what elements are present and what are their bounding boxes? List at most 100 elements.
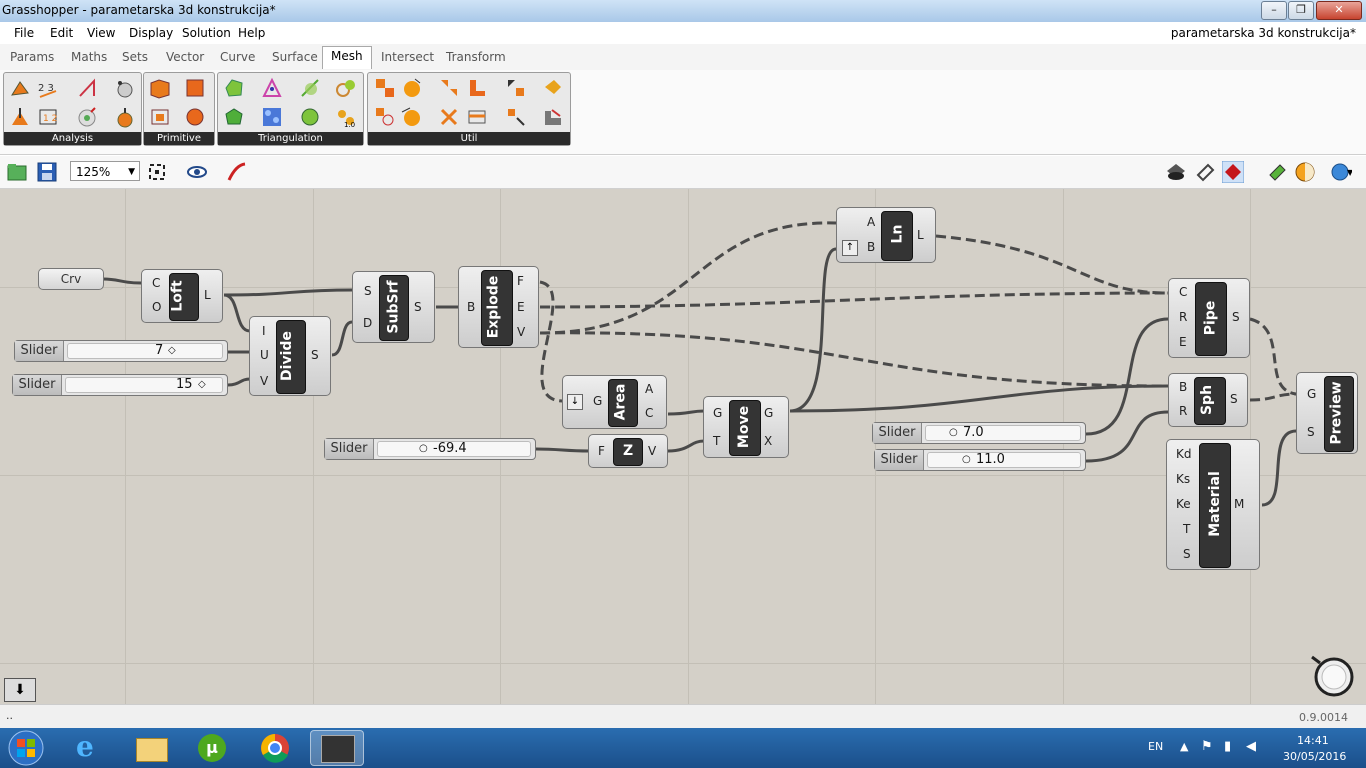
pipe-component[interactable]: C R E Pipe S	[1168, 278, 1250, 358]
mesh-join-icon[interactable]	[400, 77, 422, 99]
sketch-icon[interactable]	[226, 161, 248, 183]
closest-point-icon[interactable]	[114, 77, 136, 99]
menu-solution[interactable]: Solution	[182, 26, 231, 40]
explode-output-e[interactable]: E	[517, 300, 525, 314]
close-button[interactable]: ✕	[1316, 1, 1362, 20]
metaball-icon[interactable]	[335, 77, 357, 99]
loft-component[interactable]: C O Loft L	[141, 269, 223, 323]
arrow-up-icon[interactable]: ↑	[842, 240, 858, 256]
slider-pipe-radius[interactable]: Slider ○ 7.0	[872, 422, 1086, 444]
move-input-t[interactable]: T	[713, 434, 720, 448]
sphere-component[interactable]: B R Sph S	[1168, 373, 1248, 427]
sph-input-r[interactable]: R	[1179, 404, 1187, 418]
start-button-icon[interactable]	[6, 730, 46, 766]
crv-param[interactable]: Crv	[38, 268, 104, 290]
material-preview-icon[interactable]	[1294, 161, 1316, 183]
menu-edit[interactable]: Edit	[50, 26, 73, 40]
move-output-x[interactable]: X	[764, 434, 772, 448]
tab-curve[interactable]: Curve	[220, 50, 255, 64]
menu-display[interactable]: Display	[129, 26, 173, 40]
loft-input-c[interactable]: C	[152, 276, 160, 290]
internet-explorer-icon[interactable]: e	[62, 730, 116, 766]
pipe-output-s[interactable]: S	[1232, 310, 1240, 324]
open-file-icon[interactable]	[6, 161, 28, 183]
download-icon[interactable]: ⬇	[4, 678, 36, 702]
preview-wireframe-icon[interactable]	[1194, 161, 1216, 183]
mesh-shadow-icon[interactable]	[542, 77, 564, 99]
tab-sets[interactable]: Sets	[122, 50, 148, 64]
unit-z-component[interactable]: F Z V	[588, 434, 668, 468]
subsrf-input-s[interactable]: S	[364, 284, 372, 298]
ln-output-l[interactable]: L	[917, 228, 924, 242]
language-indicator[interactable]: EN	[1148, 740, 1163, 753]
pipe-input-e[interactable]: E	[1179, 335, 1187, 349]
material-component[interactable]: Kd Ks Ke T S Material M	[1166, 439, 1260, 570]
preview-component[interactable]: G S Preview	[1296, 372, 1358, 454]
material-input-ks[interactable]: Ks	[1176, 472, 1190, 486]
chrome-icon[interactable]	[248, 730, 302, 766]
material-output-m[interactable]: M	[1234, 497, 1244, 511]
sph-input-b[interactable]: B	[1179, 380, 1187, 394]
mesh-plane-icon[interactable]	[184, 77, 206, 99]
mesh-scale-icon[interactable]	[505, 77, 527, 99]
slider-sphere-radius[interactable]: Slider ○ 11.0	[874, 449, 1086, 471]
rhino-grasshopper-icon[interactable]	[310, 730, 364, 766]
subsrf-component[interactable]: S D SubSrf S	[352, 271, 435, 343]
zoom-select[interactable]: 125% ▼	[70, 161, 140, 181]
mesh-box-icon[interactable]	[149, 77, 171, 99]
grasshopper-canvas[interactable]: Crv C O Loft L Slider 7 ◇ Slider 15 ◇ I …	[0, 189, 1366, 704]
mesh-flip-icon[interactable]	[466, 77, 488, 99]
slider-z-handle[interactable]: ○	[419, 443, 428, 454]
menu-file[interactable]: File	[14, 26, 34, 40]
slider-z[interactable]: Slider ○ -69.4	[324, 438, 536, 460]
mesh-disjoint-icon[interactable]	[505, 106, 527, 128]
edges-icon[interactable]	[76, 77, 98, 99]
z-input-f[interactable]: F	[598, 444, 605, 458]
material-input-kd[interactable]: Kd	[1176, 447, 1192, 461]
mesh-closest-icon[interactable]	[76, 106, 98, 128]
explode-output-v[interactable]: V	[517, 325, 525, 339]
slider-sphere-handle[interactable]: ○	[962, 454, 971, 465]
preview-input-g[interactable]: G	[1307, 387, 1316, 401]
material-input-t[interactable]: T	[1183, 522, 1190, 536]
menu-view[interactable]: View	[87, 26, 115, 40]
mesh-brep-icon[interactable]	[149, 106, 171, 128]
mesh-cull-icon[interactable]	[542, 106, 564, 128]
area-output-c[interactable]: C	[645, 406, 653, 420]
explode-output-f[interactable]: F	[517, 274, 524, 288]
slider-u-handle[interactable]: ◇	[168, 345, 176, 356]
divide-input-i[interactable]: I	[262, 324, 266, 338]
slider-u-track[interactable]	[67, 343, 223, 359]
minimize-button[interactable]: –	[1261, 1, 1287, 20]
tab-mesh[interactable]: Mesh	[322, 46, 372, 69]
utorrent-icon[interactable]: µ	[186, 730, 240, 766]
tab-vector[interactable]: Vector	[166, 50, 204, 64]
tab-surface[interactable]: Surface	[272, 50, 318, 64]
face-boundaries-icon[interactable]: 1 2	[37, 106, 59, 128]
mesh-analysis-icon[interactable]	[9, 77, 31, 99]
mesh-sphere-icon[interactable]	[184, 106, 206, 128]
area-component[interactable]: ↓ G Area A C	[562, 375, 667, 429]
menu-help[interactable]: Help	[238, 26, 265, 40]
network-icon[interactable]: ▮	[1224, 739, 1231, 754]
slider-u[interactable]: Slider 7 ◇	[14, 340, 228, 362]
explode-input-b[interactable]: B	[467, 300, 475, 314]
pipe-input-c[interactable]: C	[1179, 285, 1187, 299]
facet-dome-icon[interactable]	[299, 77, 321, 99]
area-output-a[interactable]: A	[645, 382, 653, 396]
tray-expand-icon[interactable]: ▲	[1180, 740, 1188, 753]
slider-v[interactable]: Slider 15 ◇	[12, 374, 228, 396]
loft-input-o[interactable]: O	[152, 300, 161, 314]
mesh-weld-icon[interactable]	[400, 106, 422, 128]
eye-icon[interactable]	[186, 161, 208, 183]
zoom-extents-icon[interactable]	[146, 161, 168, 183]
gumball-dial-icon[interactable]	[1308, 653, 1358, 697]
face-normals-icon[interactable]	[9, 106, 31, 128]
arrow-down-icon[interactable]: ↓	[567, 394, 583, 410]
numbered-vertices-icon[interactable]: 2 3	[37, 77, 59, 99]
line-component[interactable]: A ↑ B Ln L	[836, 207, 936, 263]
maximize-button[interactable]: ❐	[1288, 1, 1314, 20]
save-file-icon[interactable]	[36, 161, 58, 183]
tab-intersect[interactable]: Intersect	[381, 50, 434, 64]
convex-hull-icon[interactable]	[223, 77, 245, 99]
